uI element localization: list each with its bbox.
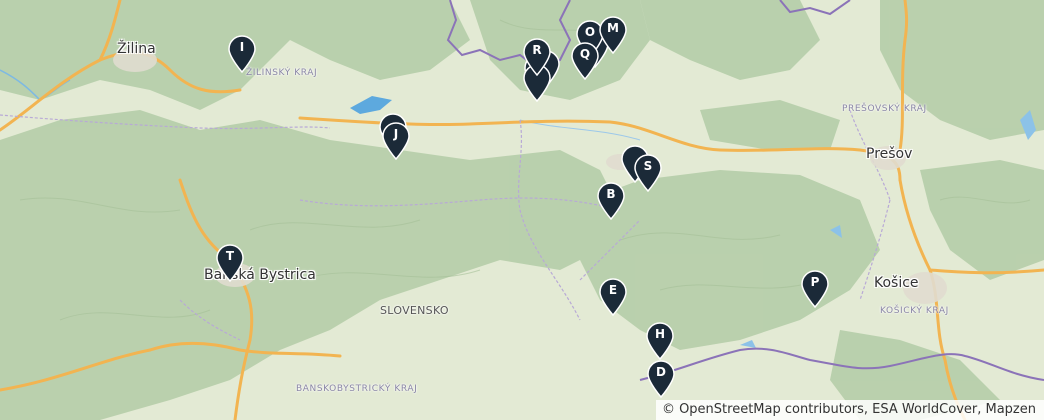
map-marker-p[interactable]: P (800, 270, 830, 308)
map-marker-m[interactable]: M (598, 16, 628, 54)
marker-label: R (532, 43, 542, 57)
map-marker-b[interactable]: B (596, 182, 626, 220)
marker-label: M (607, 21, 619, 35)
marker-label: B (606, 187, 616, 201)
map-marker-e[interactable]: E (598, 278, 628, 316)
marker-label: Q (579, 47, 591, 61)
map-marker-s[interactable]: S (633, 154, 663, 192)
marker-label: P (810, 275, 820, 289)
map-marker-r[interactable]: R (522, 38, 552, 76)
marker-label: H (654, 327, 666, 341)
city-label-presov[interactable]: Prešov (866, 146, 912, 162)
marker-label: T (225, 249, 235, 263)
map-attribution[interactable]: © OpenStreetMap contributors, ESA WorldC… (655, 400, 1044, 420)
marker-label: J (393, 127, 399, 141)
region-label-presovsky: PREŠOVSKÝ KRAJ (842, 104, 927, 114)
map-view[interactable]: SLOVENSKO ŽILINSKÝ KRAJ PREŠOVSKÝ KRAJ K… (0, 0, 1044, 420)
map-marker-d[interactable]: D (646, 360, 676, 398)
marker-label: S (643, 159, 653, 173)
map-marker-h[interactable]: H (645, 322, 675, 360)
country-label: SLOVENSKO (380, 304, 449, 317)
region-label-banskobystricky: BANSKOBYSTRICKÝ KRAJ (296, 384, 418, 394)
map-marker-t[interactable]: T (215, 244, 245, 282)
city-label-zilina[interactable]: Žilina (117, 41, 156, 57)
region-label-kosicky: KOŠICKÝ KRAJ (880, 306, 949, 316)
marker-label: E (608, 283, 618, 297)
map-marker-i[interactable]: I (227, 35, 257, 73)
map-marker-q[interactable]: Q (570, 42, 600, 80)
map-marker-j[interactable]: J (381, 122, 411, 160)
marker-label: D (656, 365, 666, 379)
city-label-kosice[interactable]: Košice (874, 275, 919, 291)
marker-label: I (239, 40, 245, 54)
